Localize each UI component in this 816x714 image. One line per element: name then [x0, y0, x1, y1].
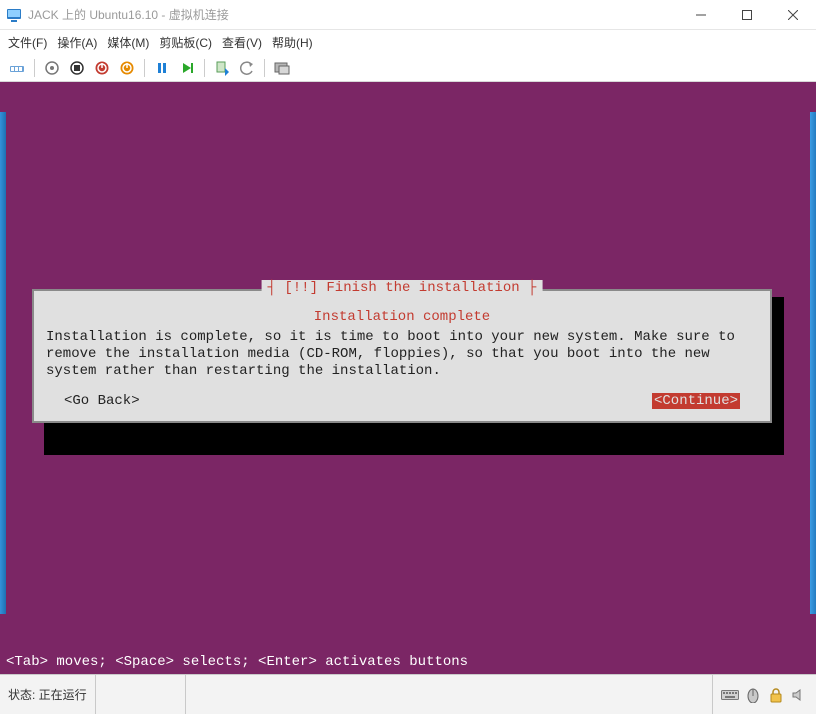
toolbar-separator — [264, 59, 265, 77]
go-back-button[interactable]: <Go Back> — [64, 393, 140, 409]
save-icon[interactable] — [116, 57, 138, 79]
lock-icon — [767, 686, 785, 704]
statusbar: 状态: 正在运行 — [0, 674, 816, 714]
status-cell-empty — [96, 675, 186, 714]
ctrl-alt-del-icon[interactable] — [6, 57, 28, 79]
minimize-button[interactable] — [678, 0, 724, 30]
window-title: JACK 上的 Ubuntu16.10 - 虚拟机连接 — [28, 6, 678, 23]
pause-icon[interactable] — [151, 57, 173, 79]
titlebar: JACK 上的 Ubuntu16.10 - 虚拟机连接 — [0, 0, 816, 30]
mouse-icon — [744, 686, 762, 704]
revert-icon[interactable] — [236, 57, 258, 79]
menu-action[interactable]: 操作(A) — [57, 34, 97, 51]
dialog-actions: <Go Back> <Continue> — [46, 393, 758, 409]
turnoff-icon[interactable] — [66, 57, 88, 79]
close-button[interactable] — [770, 0, 816, 30]
dialog-frame-title: ┤ [!!] Finish the installation ├ — [262, 280, 543, 296]
menu-help[interactable]: 帮助(H) — [272, 34, 313, 51]
app-icon — [6, 7, 22, 23]
maximize-button[interactable] — [724, 0, 770, 30]
keyboard-hint: <Tab> moves; <Space> selects; <Enter> ac… — [2, 654, 814, 670]
reset-icon[interactable] — [176, 57, 198, 79]
dialog-body: Installation is complete, so it is time … — [46, 329, 758, 379]
menu-file[interactable]: 文件(F) — [8, 34, 47, 51]
status-icons — [713, 686, 816, 704]
start-icon[interactable] — [41, 57, 63, 79]
toolbar — [0, 54, 816, 82]
window-buttons — [678, 0, 816, 30]
menu-clip[interactable]: 剪贴板(C) — [159, 34, 212, 51]
enhanced-session-icon[interactable] — [271, 57, 293, 79]
toolbar-separator — [34, 59, 35, 77]
checkpoint-icon[interactable] — [211, 57, 233, 79]
toolbar-separator — [204, 59, 205, 77]
console: ┤ [!!] Finish the installation ├ Install… — [2, 84, 814, 672]
menu-view[interactable]: 查看(V) — [222, 34, 262, 51]
installer-dialog: ┤ [!!] Finish the installation ├ Install… — [32, 289, 772, 423]
dialog-subtitle: Installation complete — [46, 309, 758, 325]
toolbar-separator — [144, 59, 145, 77]
vm-display[interactable]: ┤ [!!] Finish the installation ├ Install… — [0, 82, 816, 674]
continue-button[interactable]: <Continue> — [652, 393, 740, 409]
status-spacer — [186, 675, 713, 714]
menubar: 文件(F) 操作(A) 媒体(M) 剪贴板(C) 查看(V) 帮助(H) — [0, 30, 816, 54]
speaker-icon — [790, 686, 808, 704]
status-text: 状态: 正在运行 — [0, 675, 96, 714]
menu-media[interactable]: 媒体(M) — [107, 34, 149, 51]
keyboard-icon — [721, 686, 739, 704]
shutdown-icon[interactable] — [91, 57, 113, 79]
